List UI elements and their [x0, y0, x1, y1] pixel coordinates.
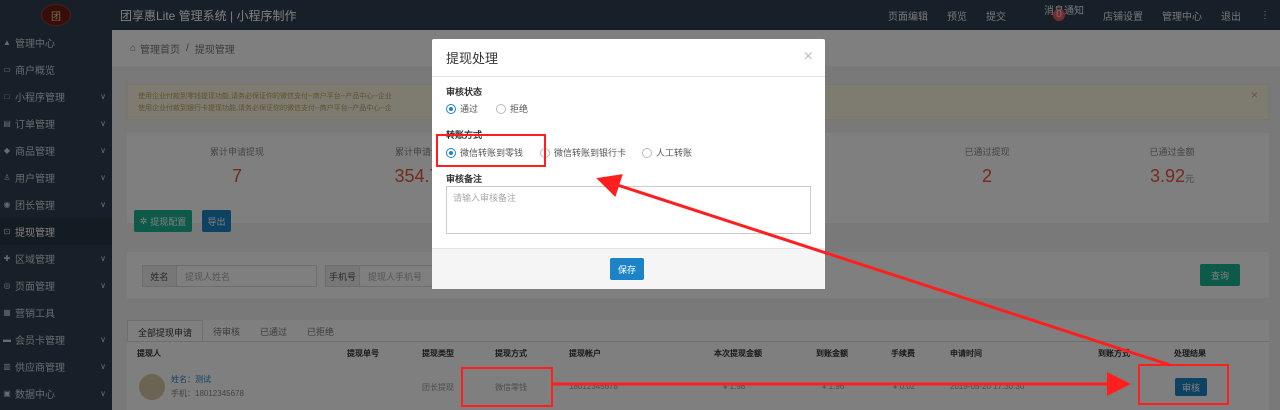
method-wechat-bank-radio[interactable]: 微信转账到银行卡 [540, 146, 626, 159]
radio-checked-icon [446, 103, 456, 114]
modal-title: 提现处理 [432, 39, 825, 77]
remark-label: 审核备注 [446, 174, 483, 184]
modal-footer: 保存 [432, 248, 825, 289]
radio-unchecked-icon [642, 147, 652, 158]
remark-textarea[interactable]: 请输入审核备注 [446, 186, 811, 234]
status-pass-radio[interactable]: 通过 [446, 102, 478, 115]
status-reject-radio[interactable]: 拒绝 [496, 102, 528, 115]
status-label: 审核状态 [446, 87, 483, 97]
close-icon[interactable]: × [804, 48, 813, 66]
save-button[interactable]: 保存 [610, 258, 644, 280]
method-manual-radio[interactable]: 人工转账 [642, 146, 692, 159]
radio-unchecked-icon [496, 103, 506, 114]
annotation-box-row-method [461, 367, 553, 407]
annotation-box-method [436, 134, 546, 167]
annotation-box-review [1138, 364, 1229, 405]
